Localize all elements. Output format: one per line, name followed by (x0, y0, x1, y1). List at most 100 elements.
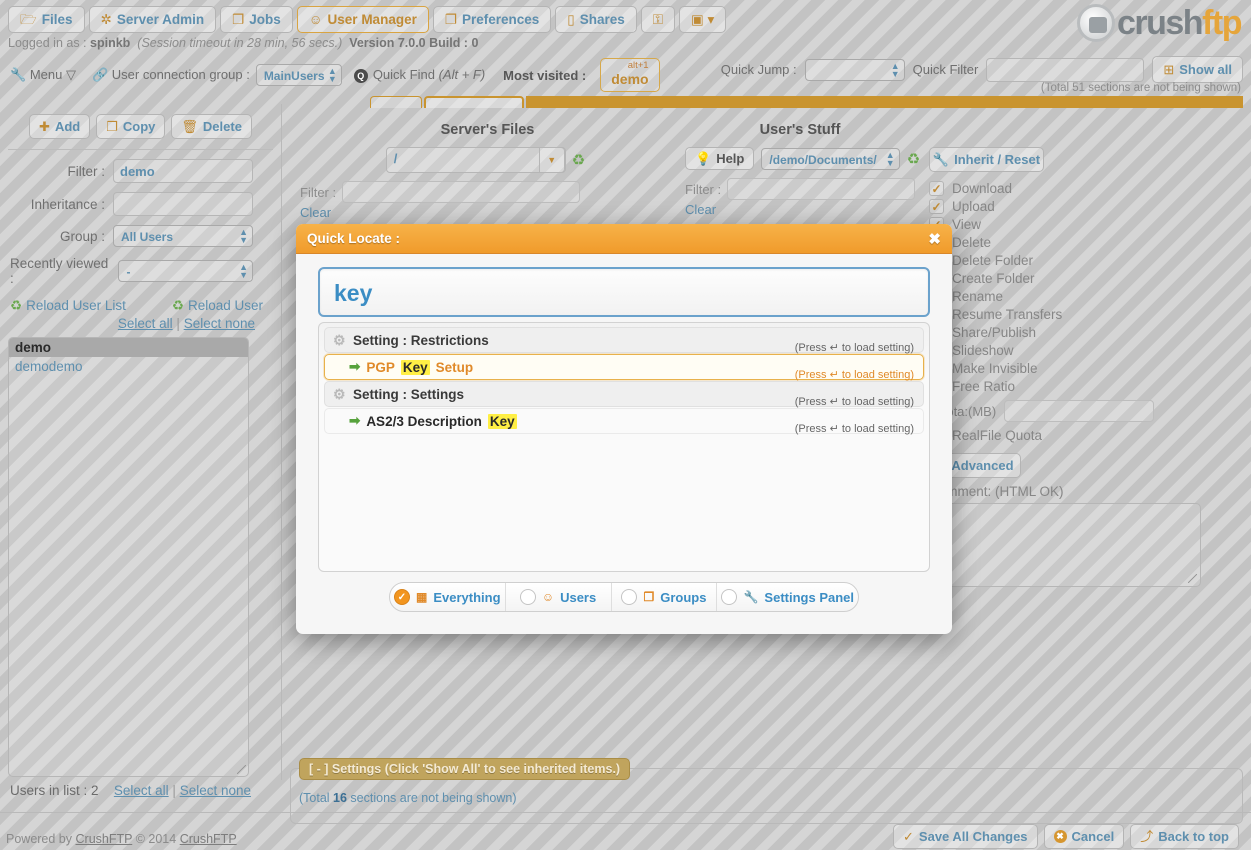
copy-label: Copy (122, 119, 156, 134)
result-item-pgp-key-setup[interactable]: ➡ PGP Key Setup (Press ↵ to load setting… (324, 354, 924, 381)
mode-users[interactable]: ☺ Users (506, 583, 612, 611)
quick-find-button[interactable]: Q Quick Find (Alt + F) (353, 67, 485, 83)
quick-locate-dialog: Quick Locate : ✖ key ⚙ Setting : Restric… (296, 224, 952, 634)
section-tab-strip[interactable] (370, 96, 1243, 108)
nav-tab-key[interactable]: ⚿ (640, 6, 676, 33)
result-group-header[interactable]: ⚙ Setting : Settings (Press ↵ to load se… (324, 381, 924, 408)
permission-row[interactable]: ✓Resume Transfers (929, 307, 1215, 322)
checkbox-download[interactable]: ✓ (929, 181, 944, 196)
save-all-changes-button[interactable]: ✓ Save All Changes (893, 824, 1038, 849)
permission-row[interactable]: ✓View (929, 217, 1215, 232)
save-label: Save All Changes (918, 829, 1028, 844)
settings-legend-toggle[interactable]: [ - ] Settings (Click 'Show All' to see … (299, 758, 631, 780)
group-label: Group : (59, 228, 105, 244)
nav-tab-server-admin[interactable]: ✲ Server Admin (88, 6, 217, 33)
server-path-input[interactable]: / ▼ (385, 147, 566, 173)
radio-users[interactable] (519, 589, 536, 605)
menu-button[interactable]: 🔧 Menu ▽ (10, 67, 76, 83)
delete-user-button[interactable]: 🗑 Delete (171, 114, 252, 139)
permission-row[interactable]: RealFile Quota (929, 428, 1215, 443)
list-item[interactable]: demo (9, 338, 248, 357)
quick-jump-select[interactable]: ▲ ▼ (804, 58, 905, 81)
close-icon[interactable]: ✖ (928, 230, 941, 248)
mode-everything[interactable]: ✓ ▦ Everything (390, 583, 506, 611)
result-item-as23-description-key[interactable]: ➡ AS2/3 Description Key (Press ↵ to load… (324, 408, 924, 435)
quick-locate-input[interactable]: key (318, 267, 930, 317)
radio-everything[interactable]: ✓ (394, 589, 410, 605)
list-item[interactable]: demodemo (9, 357, 248, 376)
recently-viewed-select[interactable]: - ▲ ▼ (118, 260, 253, 282)
crushftp-link-1[interactable]: CrushFTP (76, 832, 133, 846)
radio-settings-panel[interactable] (721, 589, 738, 605)
refresh-icon[interactable]: ♻ (572, 151, 585, 169)
most-visited-demo-button[interactable]: alt+1 demo (600, 58, 660, 92)
quick-locate-results[interactable]: ⚙ Setting : Restrictions (Press ↵ to loa… (318, 322, 930, 572)
resize-handle[interactable] (237, 765, 246, 774)
nav-tab-shares[interactable]: ▯ Shares (555, 6, 637, 33)
permission-row[interactable]: ✓Delete Folder (929, 253, 1215, 268)
permission-row[interactable]: ✓Slideshow (929, 343, 1215, 358)
select-none-link-top[interactable]: Select none (184, 316, 255, 331)
show-all-button[interactable]: ⊞ Show all (1152, 56, 1243, 83)
select-all-link-bottom[interactable]: Select all (114, 783, 169, 798)
user-path-select[interactable]: /demo/Documents/ ▲ ▼ (761, 147, 900, 170)
checkbox-upload[interactable]: ✓ (929, 199, 944, 214)
nav-tab-jobs[interactable]: ❐ Jobs (220, 6, 293, 33)
nav-tab-files[interactable]: 🗁 Files (8, 6, 85, 33)
quick-locate-mode-selector[interactable]: ✓ ▦ Everything ☺ Users ❐ Groups 🔧 Settin… (389, 582, 859, 612)
permission-row[interactable]: ✓ Download (929, 181, 1215, 196)
filter-input[interactable]: demo (113, 159, 253, 183)
user-clear-link[interactable]: Clear (685, 202, 915, 217)
quota-input[interactable] (1004, 400, 1155, 422)
mode-groups[interactable]: ❐ Groups (612, 583, 718, 611)
back-to-top-button[interactable]: ⤴ Back to top (1130, 824, 1239, 849)
permission-row[interactable]: ✓ Upload (929, 199, 1215, 214)
reload-user-button[interactable]: ♻ Reload User (172, 298, 263, 314)
resize-handle[interactable] (1188, 574, 1197, 583)
main-navigation[interactable]: 🗁 Files ✲ Server Admin ❐ Jobs ☺ User Manager… (8, 6, 727, 33)
wrench-icon: 🔧 (743, 590, 759, 604)
crushftp-link-2[interactable]: CrushFTP (180, 832, 237, 846)
nav-tab-preferences[interactable]: ❐ Preferences (432, 6, 552, 33)
trash-icon: 🗑 (181, 119, 198, 134)
settings-total-note: (Total 16 sections are not being shown) (299, 791, 517, 805)
sidebar-reload-row: ♻ Reload User List ♻ Reload User (10, 298, 263, 314)
logged-in-username: spinkb (90, 36, 131, 50)
advanced-label: Advanced (951, 458, 1014, 473)
chevron-down-icon[interactable]: ▼ (538, 147, 565, 173)
help-button[interactable]: 💡 Help (685, 147, 755, 170)
copy-user-button[interactable]: ❐ Copy (96, 114, 166, 139)
server-filter-input[interactable] (342, 181, 580, 203)
inheritance-input[interactable] (113, 192, 253, 216)
add-user-button[interactable]: ✚ Add (29, 114, 91, 139)
user-filter-input[interactable] (727, 178, 915, 200)
sidebar-filter-row: Filter : demo (10, 159, 253, 183)
group-select[interactable]: All Users ▲ ▼ (113, 225, 253, 247)
nav-tab-user-manager[interactable]: ☺ User Manager (296, 6, 429, 33)
permission-row[interactable]: Make Invisible (929, 361, 1215, 376)
permission-row[interactable]: Share/Publish (929, 325, 1215, 340)
result-highlight: Key (400, 359, 430, 375)
tab-strip-active[interactable] (424, 96, 524, 108)
radio-groups[interactable] (621, 589, 638, 605)
permission-row[interactable]: ✓Create Folder (929, 271, 1215, 286)
tab-strip-left[interactable] (370, 96, 422, 108)
mode-settings-panel[interactable]: 🔧 Settings Panel (717, 583, 858, 611)
image-dropdown-icon: ▣ ▾ (691, 12, 715, 27)
server-clear-link[interactable]: Clear (300, 205, 685, 220)
nav-tab-image-menu[interactable]: ▣ ▾ (679, 6, 727, 33)
cancel-button[interactable]: ✖ Cancel (1043, 824, 1125, 849)
select-all-link-top[interactable]: Select all (118, 316, 173, 331)
permission-row[interactable]: Free Ratio (929, 379, 1215, 394)
logo-crush-text: crush (1116, 4, 1204, 42)
inherit-reset-button[interactable]: 🔧 Inherit / Reset (929, 147, 1044, 172)
quick-filter-input[interactable] (986, 57, 1145, 82)
connection-group-select[interactable]: MainUsers ▲ ▼ (255, 64, 342, 86)
comment-textarea[interactable] (929, 503, 1201, 587)
reload-user-list-button[interactable]: ♻ Reload User List (10, 298, 126, 314)
result-group-header[interactable]: ⚙ Setting : Restrictions (Press ↵ to loa… (324, 327, 924, 354)
permission-row[interactable]: ✓Rename (929, 289, 1215, 304)
select-none-link-bottom[interactable]: Select none (180, 783, 251, 798)
user-list[interactable]: demo demodemo (8, 337, 249, 777)
permission-row[interactable]: ✓Delete (929, 235, 1215, 250)
